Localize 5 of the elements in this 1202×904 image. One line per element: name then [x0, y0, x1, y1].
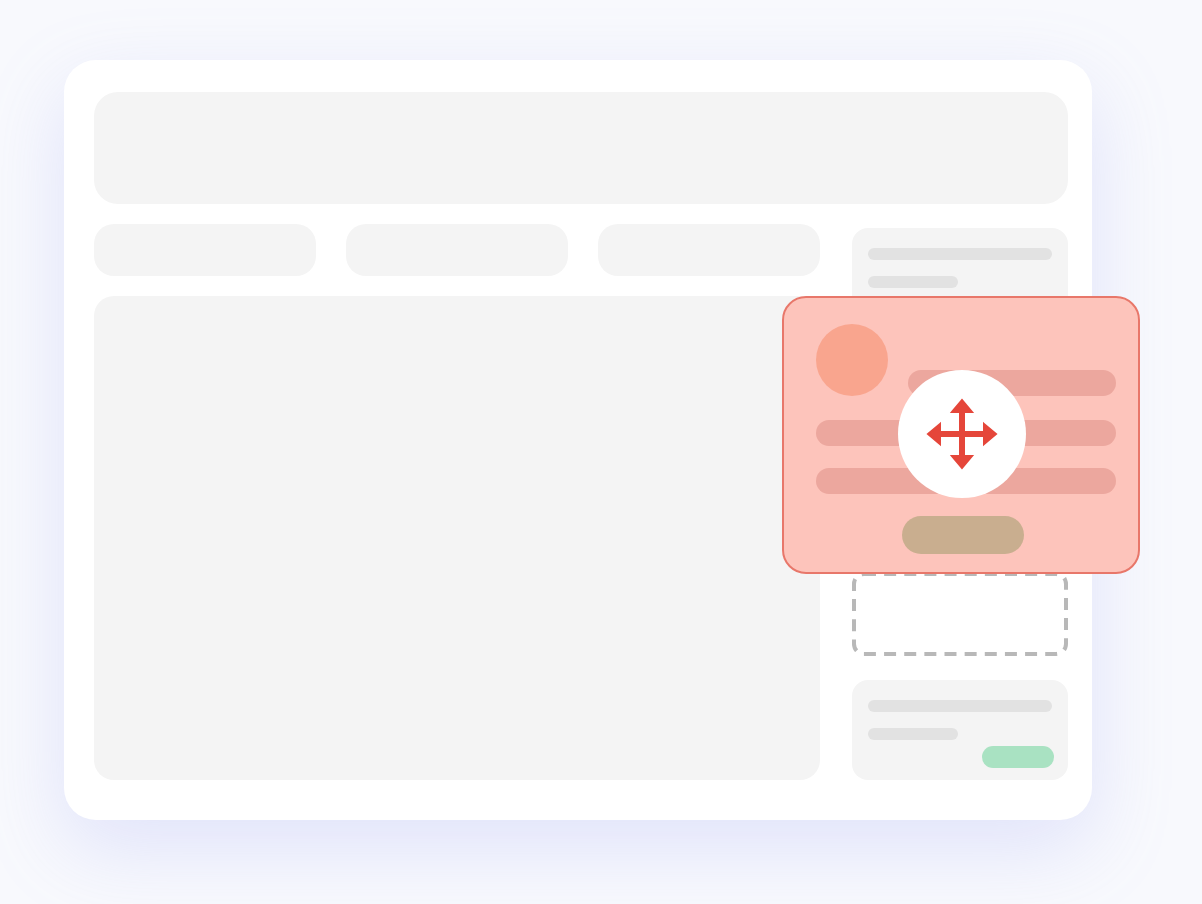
card-pill: [902, 516, 1024, 554]
move-icon[interactable]: [898, 370, 1026, 498]
avatar-circle: [816, 324, 888, 396]
dragged-card[interactable]: [782, 296, 1140, 574]
status-pill: [982, 746, 1054, 768]
